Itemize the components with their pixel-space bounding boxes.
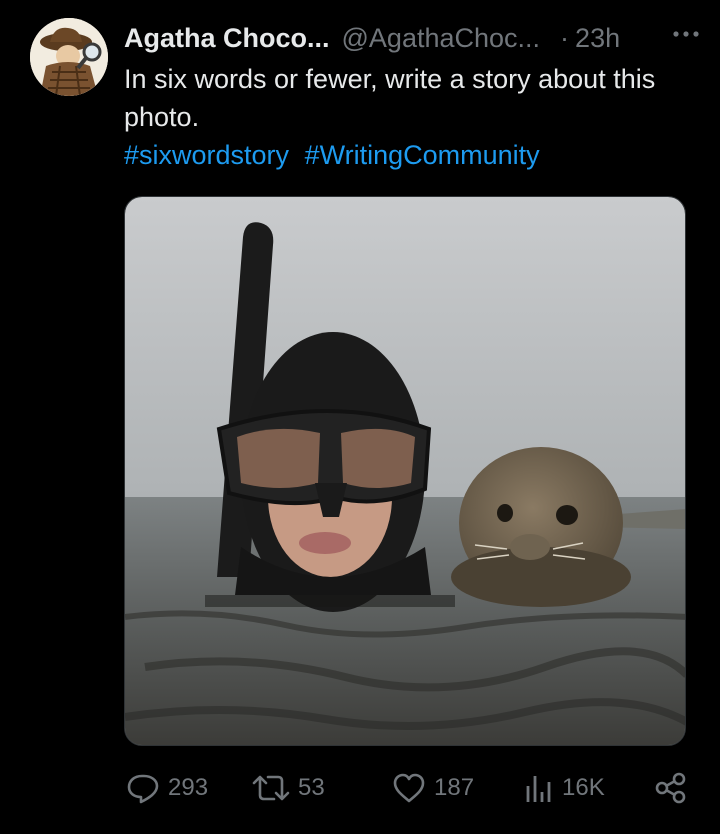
views-button[interactable]: 16K — [524, 768, 605, 808]
hashtag-link[interactable]: #WritingCommunity — [305, 140, 540, 170]
timestamp[interactable]: 23h — [575, 23, 620, 54]
reply-count: 293 — [168, 774, 209, 801]
tweet-text: In six words or fewer, write a story abo… — [124, 64, 656, 132]
hashtags: #sixwordstory #WritingCommunity — [124, 136, 540, 174]
avatar-image — [30, 18, 108, 96]
like-count: 187 — [434, 774, 475, 801]
avatar[interactable] — [30, 18, 108, 96]
repost-button[interactable]: 53 — [252, 768, 325, 808]
reply-icon — [127, 774, 159, 804]
heart-icon — [393, 773, 425, 803]
tweet[interactable]: Agatha Choco... @AgathaChoc... · 23h In … — [0, 0, 720, 834]
more-icon — [673, 31, 699, 37]
like-button[interactable]: 187 — [392, 768, 474, 808]
reply-button[interactable]: 293 — [126, 768, 208, 808]
user-handle[interactable]: @AgathaChoc... — [342, 23, 541, 54]
tweet-photo[interactable] — [124, 196, 686, 746]
views-icon — [526, 776, 551, 802]
more-button[interactable] — [670, 24, 702, 44]
view-count: 16K — [562, 774, 605, 801]
display-name[interactable]: Agatha Choco... — [124, 23, 330, 54]
separator-dot: · — [560, 22, 570, 53]
action-bar: 293 53 187 16K — [124, 768, 690, 808]
repost-icon — [252, 775, 290, 801]
share-button[interactable] — [654, 768, 696, 808]
share-icon — [655, 772, 686, 804]
repost-count: 53 — [298, 774, 325, 801]
hashtag-link[interactable]: #sixwordstory — [124, 140, 289, 170]
tweet-header: Agatha Choco... @AgathaChoc... · 23h — [124, 20, 700, 56]
snorkeler-and-seal-photo — [125, 197, 685, 745]
